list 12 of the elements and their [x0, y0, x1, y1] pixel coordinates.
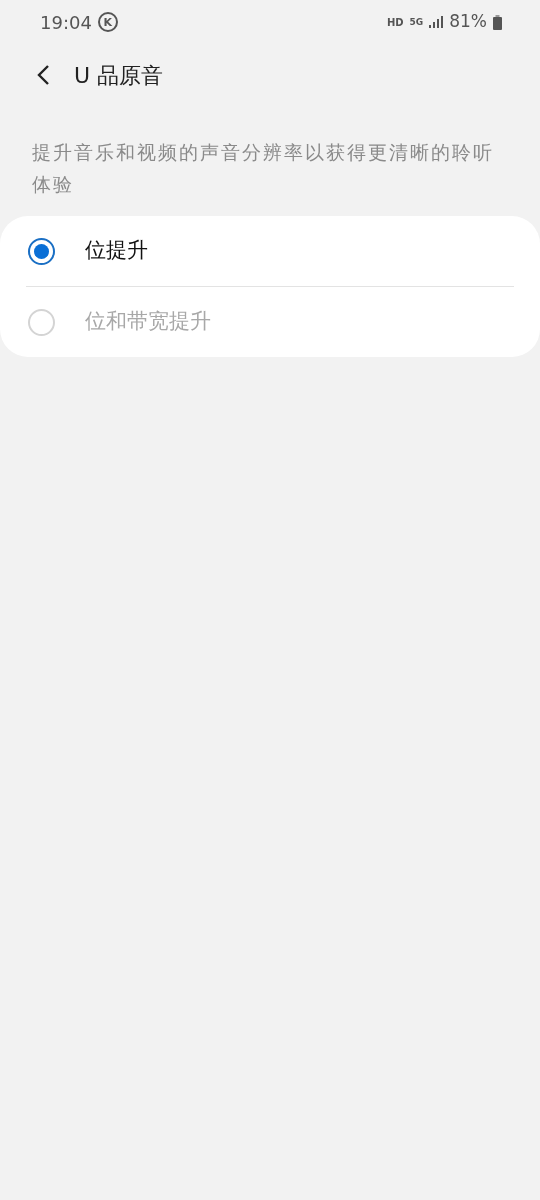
battery-percent: 81% — [449, 10, 487, 34]
network-type: 5G — [409, 17, 424, 27]
option-label: 位提升 — [85, 237, 148, 265]
page-title: U 品原音 — [74, 61, 164, 90]
radio-option[interactable]: 位提升 — [0, 216, 540, 286]
option-label: 位和带宽提升 — [85, 308, 211, 336]
radio-button[interactable] — [28, 237, 55, 265]
description-text: 提升音乐和视频的声音分辨率以获得更清晰的聆听体验 — [31, 140, 495, 197]
hd-indicator: HD — [386, 15, 404, 30]
status-time: 19:04 — [40, 10, 92, 35]
signal-icon — [429, 16, 444, 28]
battery-icon — [493, 14, 502, 30]
